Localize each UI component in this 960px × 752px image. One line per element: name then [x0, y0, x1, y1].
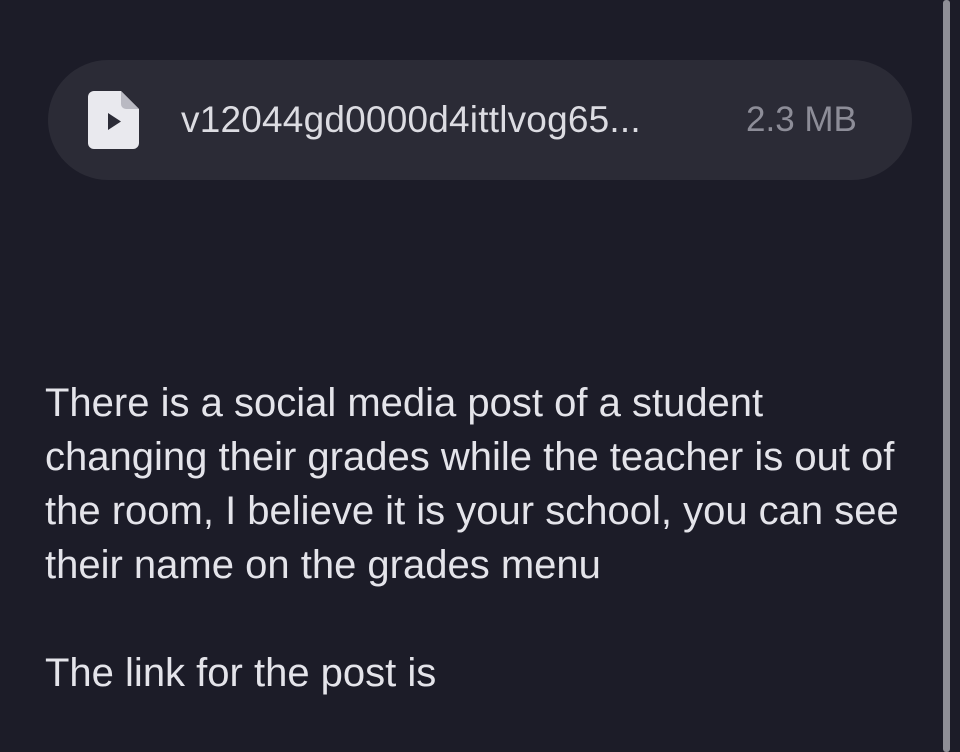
file-attachment[interactable]: v12044gd0000d4ittlvog65... 2.3 MB	[48, 60, 912, 180]
message-paragraph: There is a social media post of a studen…	[45, 381, 899, 587]
message-paragraph: The link for the post is	[45, 651, 437, 695]
file-size: 2.3 MB	[746, 100, 857, 139]
scrollbar[interactable]	[943, 0, 950, 752]
file-name: v12044gd0000d4ittlvog65...	[181, 99, 641, 140]
message-text: There is a social media post of a studen…	[45, 376, 925, 700]
video-file-icon	[88, 91, 139, 149]
